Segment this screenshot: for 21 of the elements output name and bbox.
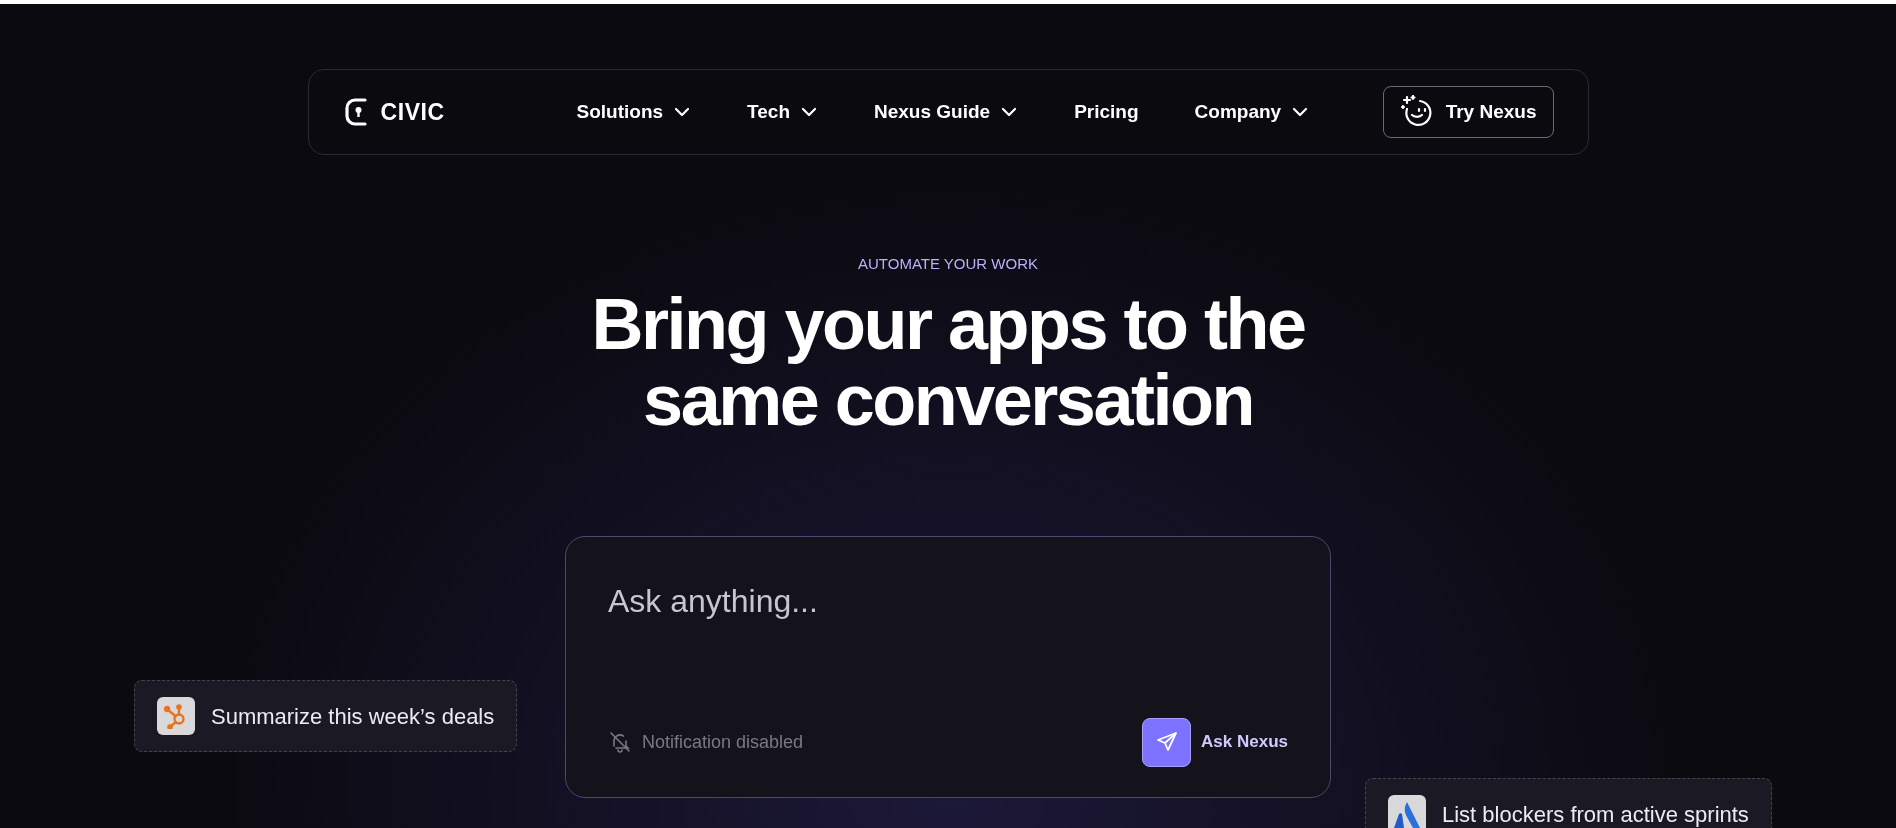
- logo-text: CIVIC: [380, 97, 445, 127]
- triangle-logo-icon: [1388, 795, 1426, 828]
- prompt-text: Summarize this week’s deals: [211, 702, 495, 731]
- notification-status: Notification disabled: [642, 730, 804, 754]
- bell-off-icon: [608, 730, 632, 754]
- nav-link[interactable]: Nexus Guide: [874, 97, 1019, 127]
- try-nexus-button[interactable]: Try Nexus: [1382, 86, 1554, 138]
- eyebrow-text: AUTOMATE YOUR WORK: [858, 254, 1038, 274]
- ask-nexus-button[interactable]: Ask Nexus: [1142, 717, 1288, 767]
- nav-link[interactable]: Tech: [747, 97, 818, 127]
- ask-input-field[interactable]: Ask anything...: [608, 576, 1288, 625]
- send-icon: [1142, 717, 1192, 767]
- prompt-chip[interactable]: Summarize this week’s deals: [134, 680, 518, 752]
- prompt-text: List blockers from active sprints: [1442, 800, 1749, 828]
- nav-link[interactable]: Solutions: [576, 97, 692, 127]
- prompt-chip[interactable]: List blockers from active sprints: [1365, 778, 1772, 828]
- nav-link[interactable]: Pricing: [1074, 97, 1139, 127]
- nav-link[interactable]: Company: [1194, 97, 1310, 127]
- sparkle-face-icon: [1399, 95, 1434, 129]
- hero-heading: Bring your apps to the same conversation: [591, 285, 1305, 438]
- hub-nodes-icon: [157, 697, 195, 735]
